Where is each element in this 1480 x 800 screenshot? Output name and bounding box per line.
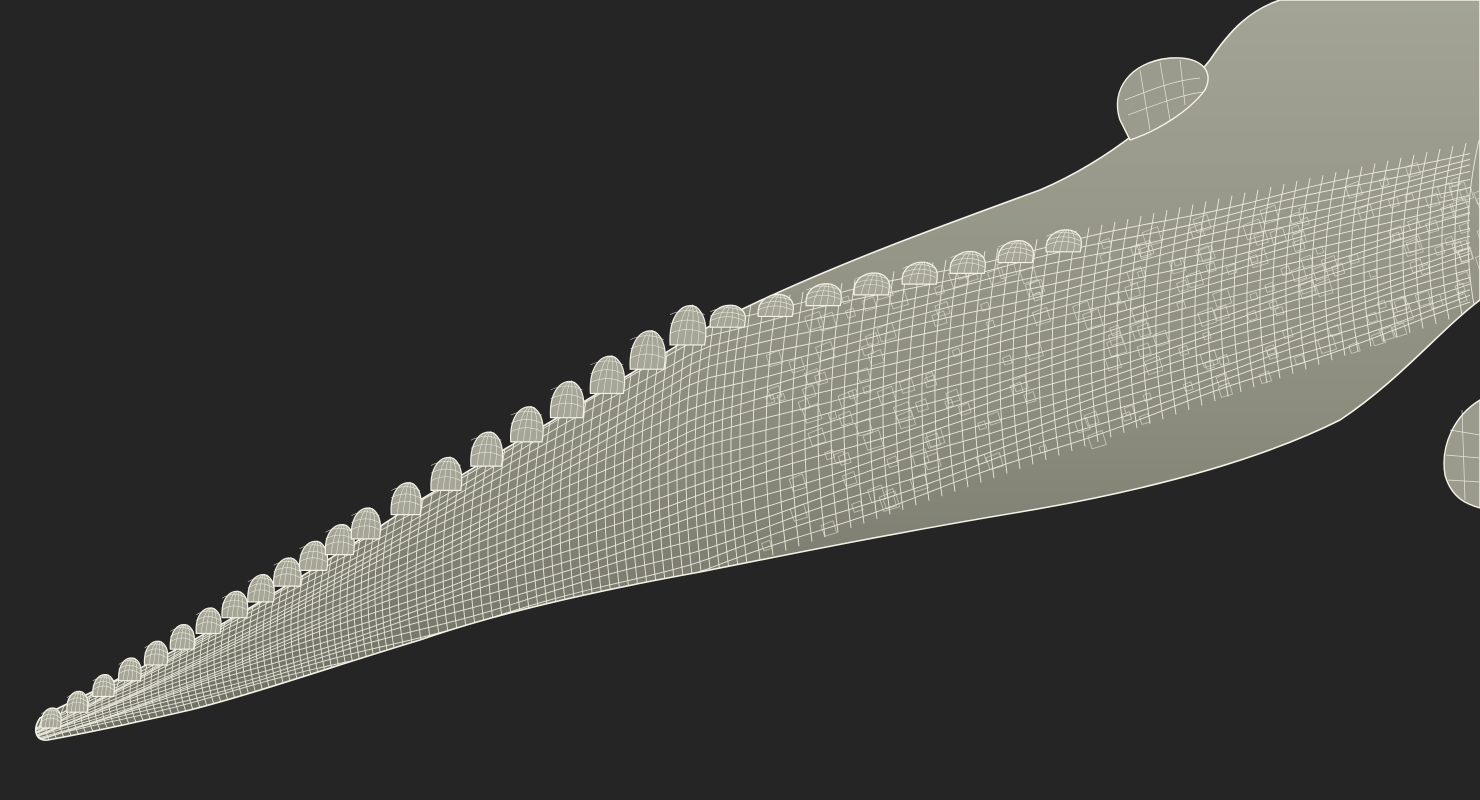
render-viewport: [0, 0, 1480, 800]
wireframe-render: [0, 0, 1480, 800]
